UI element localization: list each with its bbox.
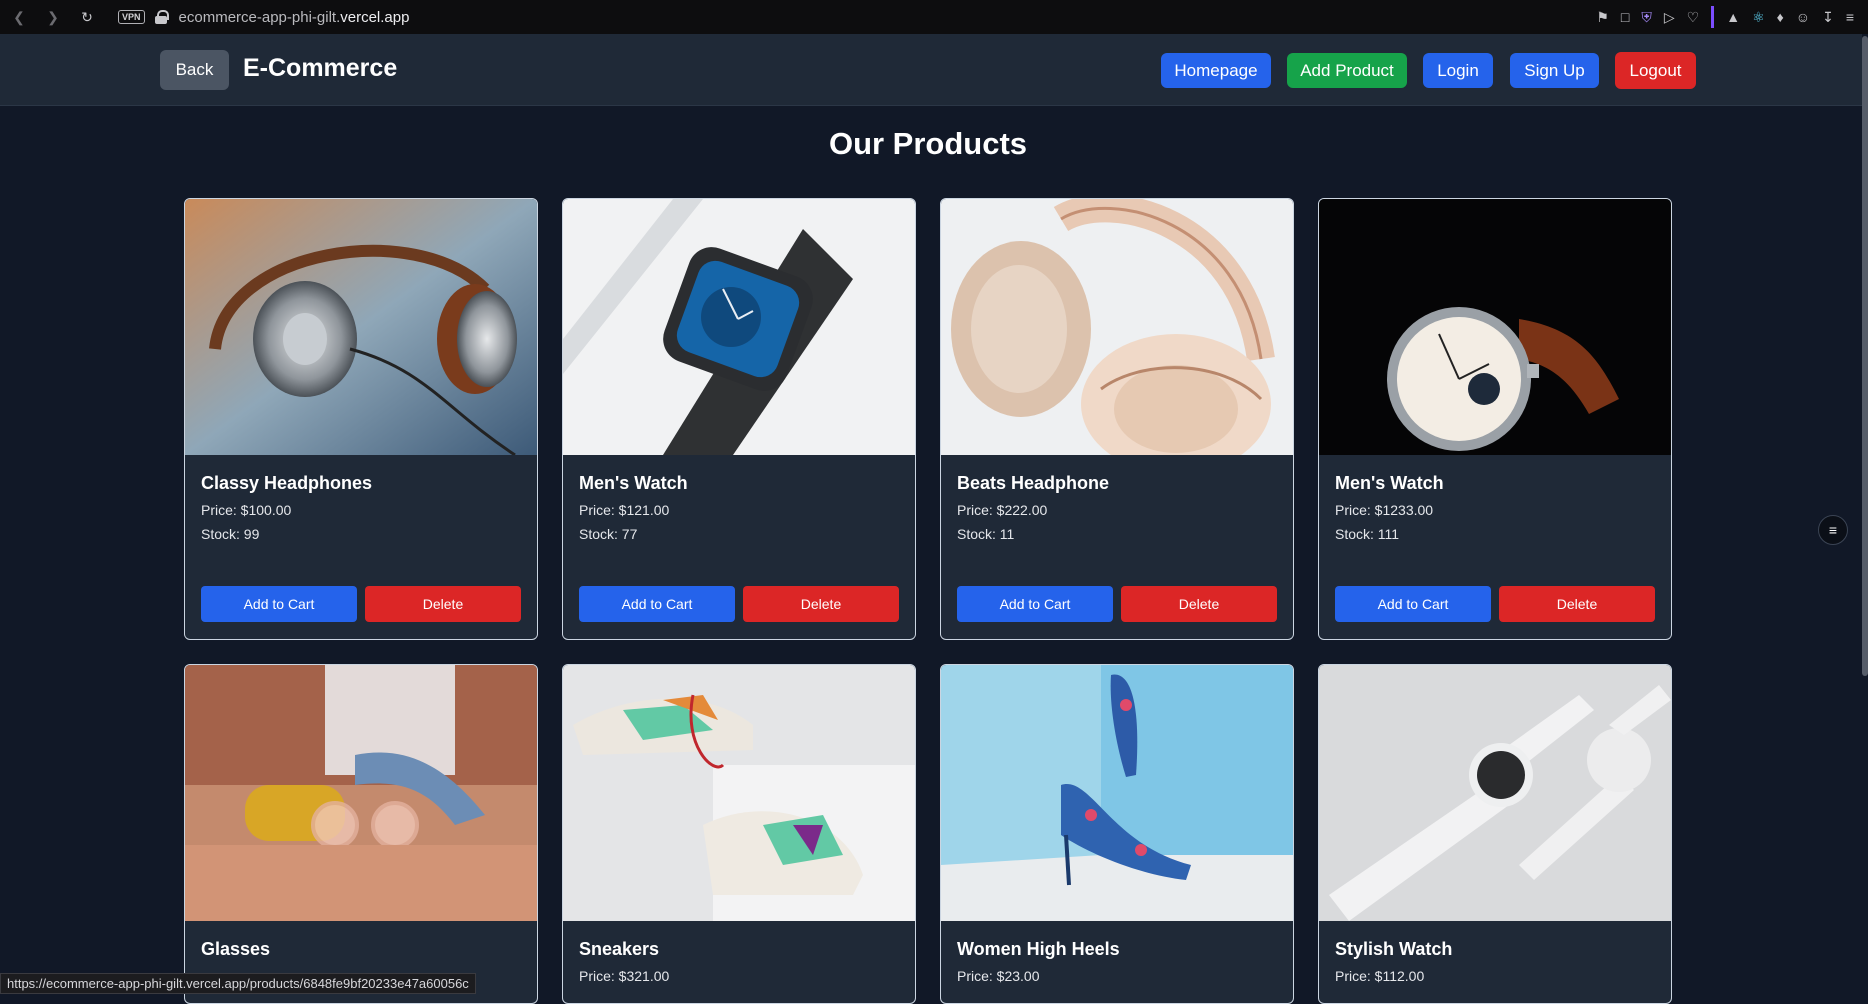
scrollbar-thumb[interactable] — [1862, 36, 1868, 676]
signup-button[interactable]: Sign Up — [1510, 53, 1599, 88]
product-image[interactable] — [563, 199, 915, 455]
page-title: Our Products — [828, 126, 1028, 161]
delete-button[interactable]: Delete — [1499, 586, 1655, 622]
product-name: Sneakers — [579, 939, 660, 959]
product-stock: Stock: 11 — [957, 526, 1015, 542]
download-icon[interactable]: ↧ — [1822, 9, 1834, 26]
app-header: Back E-Commerce Homepage Add Product Log… — [0, 34, 1862, 106]
react-icon[interactable]: ⚛ — [1752, 9, 1765, 26]
devtools-floating-icon[interactable]: ≡ — [1818, 515, 1848, 545]
reload-icon[interactable]: ↻ — [78, 9, 96, 26]
product-card: Men's Watch Price: $1233.00 Stock: 111 A… — [1318, 198, 1672, 640]
link-status-url: https://ecommerce-app-phi-gilt.vercel.ap… — [0, 973, 476, 994]
back-arrow-icon[interactable]: ❮ — [10, 9, 28, 26]
homepage-button[interactable]: Homepage — [1161, 53, 1271, 88]
product-name: Beats Headphone — [957, 473, 1110, 493]
login-button[interactable]: Login — [1423, 53, 1493, 88]
triangle-icon[interactable]: ▲ — [1726, 9, 1740, 25]
menu-icon[interactable]: ≡ — [1846, 9, 1854, 25]
product-price: Price: $222.00 — [957, 502, 1048, 518]
product-stock: Stock: 77 — [579, 526, 638, 542]
product-image[interactable] — [941, 199, 1293, 455]
vpn-badge[interactable]: VPN — [118, 10, 145, 24]
product-image[interactable] — [1319, 665, 1671, 921]
forward-arrow-icon[interactable]: ❯ — [44, 9, 62, 26]
product-card: Beats Headphone Price: $222.00 Stock: 11… — [940, 198, 1294, 640]
product-card: Glasses — [184, 664, 538, 1004]
address-bar[interactable]: ecommerce-app-phi-gilt.vercel.app — [179, 9, 410, 26]
delete-button[interactable]: Delete — [743, 586, 899, 622]
product-price: Price: $121.00 — [579, 502, 670, 518]
product-name: Classy Headphones — [201, 473, 373, 493]
product-stock: Stock: 99 — [201, 526, 260, 542]
add-to-cart-button[interactable]: Add to Cart — [1335, 586, 1491, 622]
delete-button[interactable]: Delete — [365, 586, 521, 622]
product-card: Sneakers Price: $321.00 — [562, 664, 916, 1004]
product-image[interactable] — [563, 665, 915, 921]
brand-title: E-Commerce — [243, 54, 398, 82]
pin-icon[interactable]: ⚑ — [1596, 9, 1609, 26]
product-price: Price: $1233.00 — [1335, 502, 1434, 518]
product-price: Price: $321.00 — [579, 968, 670, 984]
product-stock: Stock: 111 — [1335, 526, 1400, 542]
product-card: Women High Heels Price: $23.00 — [940, 664, 1294, 1004]
product-card: Classy Headphones Price: $100.00 Stock: … — [184, 198, 538, 640]
product-card: Men's Watch Price: $121.00 Stock: 77 Add… — [562, 198, 916, 640]
product-name: Glasses — [201, 939, 271, 959]
url-domain: vercel.app — [340, 8, 410, 26]
add-product-button[interactable]: Add Product — [1287, 53, 1407, 88]
extensions-icon[interactable]: ♦ — [1777, 9, 1784, 25]
product-price: Price: $23.00 — [957, 968, 1040, 984]
page-scrollbar[interactable] — [1862, 34, 1868, 994]
logout-button[interactable]: Logout — [1615, 52, 1696, 89]
product-image[interactable] — [185, 199, 537, 455]
product-name: Men's Watch — [1335, 473, 1444, 493]
product-image[interactable] — [941, 665, 1293, 921]
add-to-cart-button[interactable]: Add to Cart — [579, 586, 735, 622]
heart-icon[interactable]: ♡ — [1687, 9, 1700, 26]
delete-button[interactable]: Delete — [1121, 586, 1277, 622]
product-name: Men's Watch — [579, 473, 688, 493]
shield-icon[interactable]: ⛨ — [1641, 9, 1652, 26]
divider — [1711, 6, 1715, 28]
send-icon[interactable]: ▷ — [1664, 9, 1675, 26]
back-button[interactable]: Back — [160, 50, 229, 90]
product-name: Stylish Watch — [1335, 939, 1453, 959]
product-card: Stylish Watch Price: $112.00 — [1318, 664, 1672, 1004]
product-image[interactable] — [1319, 199, 1671, 455]
url-subdomain: ecommerce-app-phi-gilt. — [178, 8, 341, 26]
add-to-cart-button[interactable]: Add to Cart — [957, 586, 1113, 622]
product-image[interactable] — [185, 665, 537, 921]
product-price: Price: $112.00 — [1335, 968, 1425, 984]
lock-icon[interactable] — [154, 10, 169, 24]
add-to-cart-button[interactable]: Add to Cart — [201, 586, 357, 622]
product-name: Women High Heels — [957, 939, 1120, 959]
browser-toolbar: ❮ ❯ ↻ VPN ecommerce-app-phi-gilt.vercel.… — [0, 0, 1868, 34]
screenshot-icon[interactable]: □ — [1621, 9, 1629, 25]
profile-icon[interactable]: ☺ — [1796, 9, 1810, 25]
product-price: Price: $100.00 — [201, 502, 292, 518]
